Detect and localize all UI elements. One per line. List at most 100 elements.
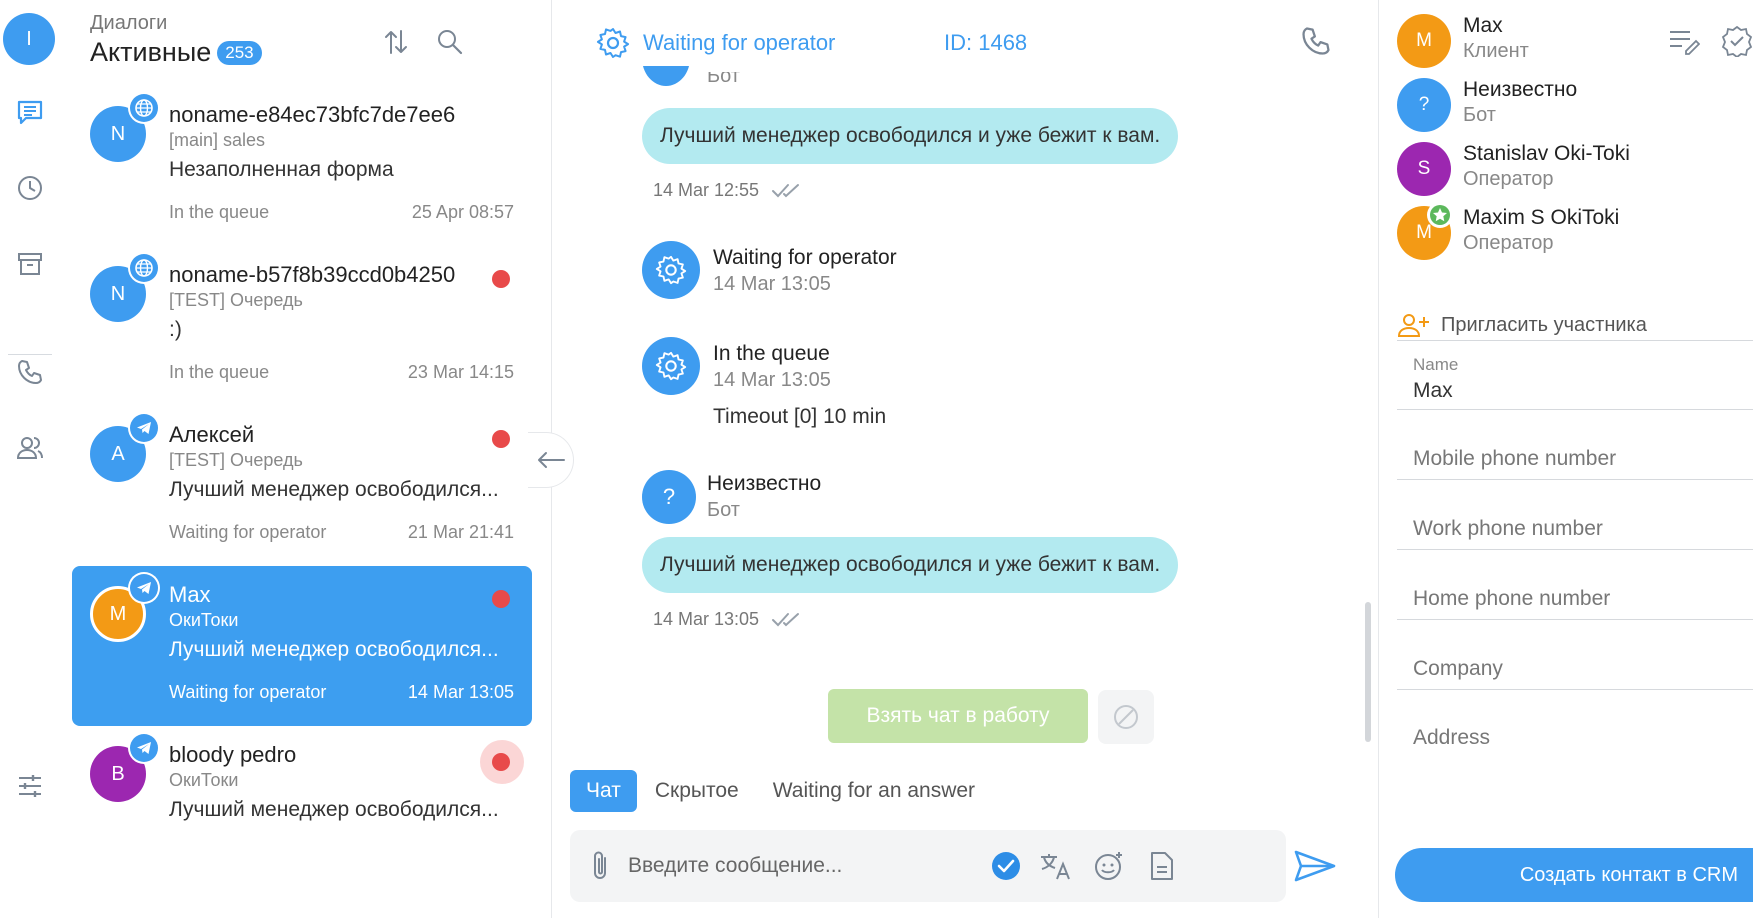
dialog-queue: ОкиТоки <box>169 770 239 790</box>
system-event-icon <box>642 337 700 395</box>
member-item[interactable]: M Maxim S OkiToki Оператор <box>1397 202 1737 266</box>
message-timestamp: 14 Mar 13:05 <box>653 609 760 629</box>
member-item[interactable]: ? Неизвестно Бот <box>1397 78 1737 138</box>
member-item[interactable]: M Max Клиент <box>1397 14 1737 74</box>
settings-sliders-icon[interactable] <box>12 768 48 804</box>
dialog-list-panel: Диалоги Активные 253 N noname-e84ec73bfc… <box>60 0 552 918</box>
emoji-icon[interactable] <box>1090 847 1128 885</box>
dialog-name: noname-b57f8b39ccd0b4250 <box>169 262 456 287</box>
message-bubble: Лучший менеджер освободился и уже бежит … <box>642 108 1179 164</box>
message-composer <box>570 830 1286 902</box>
message-time: 14 Mar 12:55 <box>653 180 803 201</box>
left-rail: I <box>0 0 60 918</box>
double-check-icon <box>772 612 800 626</box>
company-field[interactable]: Company <box>1397 620 1753 690</box>
invite-participant-button[interactable]: Пригласить участника <box>1397 312 1647 338</box>
template-icon[interactable] <box>1143 847 1181 885</box>
sort-icon[interactable] <box>380 26 412 58</box>
member-name: Stanislav Oki-Toki <box>1463 142 1630 165</box>
message-time: 14 Mar 13:05 <box>653 609 803 630</box>
dialog-state: In the queue <box>169 362 270 382</box>
field-placeholder: Mobile phone number <box>1413 447 1617 470</box>
member-item[interactable]: S Stanislav Oki-Toki Оператор <box>1397 142 1737 202</box>
unread-indicator <box>492 590 510 608</box>
member-name: Maxim S OkiToki <box>1463 206 1620 229</box>
history-icon[interactable] <box>12 170 48 206</box>
event-title: Waiting for operator <box>713 246 897 269</box>
event-detail: Timeout [0] 10 min <box>713 405 887 428</box>
gear-icon <box>596 26 632 62</box>
sender-name: Неизвестно <box>707 472 822 495</box>
block-button[interactable] <box>1098 690 1154 744</box>
dialog-name: Алексей <box>169 422 255 447</box>
field-placeholder: Address <box>1413 726 1491 749</box>
dialog-state: Waiting for operator <box>169 682 327 702</box>
phone-icon[interactable] <box>12 354 48 390</box>
dialog-name: Max <box>169 582 211 607</box>
user-avatar[interactable]: I <box>3 13 55 65</box>
search-icon[interactable] <box>434 26 466 58</box>
dialog-last-message: Лучший менеджер освободился... <box>169 798 499 821</box>
tab-hidden[interactable]: Скрытое <box>639 770 755 812</box>
member-avatar: S <box>1397 142 1451 196</box>
add-user-icon <box>1397 314 1429 337</box>
take-chat-button[interactable]: Взять чат в работу <box>828 689 1088 743</box>
unread-indicator <box>492 430 510 448</box>
telegram-icon <box>128 572 160 604</box>
tab-waiting-answer[interactable]: Waiting for an answer <box>757 770 991 812</box>
info-panel: M Max Клиент ? Неизвестно Бот S Stanisla… <box>1378 0 1753 918</box>
chat-status: Waiting for operator <box>643 30 836 55</box>
section-label: Диалоги <box>90 12 168 34</box>
dialog-queue: ОкиТоки <box>169 610 239 630</box>
partial-sender-avatar <box>642 66 690 94</box>
dialog-item[interactable]: A Алексей [TEST] Очередь Лучший менеджер… <box>72 406 532 566</box>
chat-panel: Waiting for operator ID: 1468 Бот Лучший… <box>553 0 1378 918</box>
dialog-name: bloody pedro <box>169 742 297 767</box>
telegram-icon <box>128 412 160 444</box>
event-time: 14 Mar 13:05 <box>713 273 831 295</box>
dialog-last-message: :) <box>169 318 182 341</box>
translate-icon[interactable] <box>1036 847 1074 885</box>
home-phone-field[interactable]: Home phone number <box>1397 550 1753 620</box>
system-event-icon <box>642 241 700 299</box>
unread-indicator <box>492 753 510 771</box>
event-title: In the queue <box>713 342 830 365</box>
chat-icon[interactable] <box>12 94 48 130</box>
list-title-text: Активные <box>90 37 212 67</box>
mobile-phone-field[interactable]: Mobile phone number <box>1397 410 1753 480</box>
send-icon[interactable] <box>1290 843 1340 889</box>
check-circle-icon[interactable] <box>987 847 1025 885</box>
member-role: Клиент <box>1463 40 1529 62</box>
dialog-date: 25 Apr 08:57 <box>411 202 514 222</box>
dialog-item-selected[interactable]: M Max ОкиТоки Лучший менеджер освободилс… <box>72 566 532 726</box>
dialog-name: noname-e84ec73bfc7de7ee6 <box>169 102 456 127</box>
archive-icon[interactable] <box>12 246 48 282</box>
name-value: Max <box>1413 379 1453 402</box>
attach-icon[interactable] <box>582 848 618 884</box>
dialog-state: Waiting for operator <box>169 522 327 542</box>
unknown-sender-avatar: ? <box>642 470 696 524</box>
create-crm-contact-button[interactable]: Создать контакт в CRM <box>1395 848 1753 902</box>
member-role: Бот <box>1463 104 1496 126</box>
message-input[interactable] <box>628 848 1048 884</box>
dialog-list-header: Диалоги Активные 253 <box>90 12 262 68</box>
message-timestamp: 14 Mar 12:55 <box>653 180 760 200</box>
dialog-item[interactable]: N noname-b57f8b39ccd0b4250 [TEST] Очеред… <box>72 246 532 406</box>
dialog-item[interactable]: N noname-e84ec73bfc7de7ee6 [main] sales … <box>72 86 532 246</box>
chat-scrollbar[interactable] <box>1365 602 1371 742</box>
tab-chat[interactable]: Чат <box>570 770 637 812</box>
address-field[interactable]: Address <box>1397 690 1753 760</box>
name-field[interactable]: Name Max <box>1397 340 1753 410</box>
chat-tabs: Чат Скрытое Waiting for an answer <box>570 770 993 812</box>
dialog-last-message: Лучший менеджер освободился... <box>169 478 499 501</box>
dialog-queue: [TEST] Очередь <box>169 290 303 310</box>
message-bubble: Лучший менеджер освободился и уже бежит … <box>642 537 1179 593</box>
web-channel-icon <box>128 92 160 124</box>
dialog-item[interactable]: B bloody pedro ОкиТоки Лучший менеджер о… <box>72 726 532 886</box>
contacts-icon[interactable] <box>12 430 48 466</box>
work-phone-field[interactable]: Work phone number <box>1397 480 1753 550</box>
star-icon <box>1427 202 1453 228</box>
member-avatar: ? <box>1397 78 1451 132</box>
call-icon[interactable] <box>1299 24 1337 62</box>
field-placeholder: Work phone number <box>1413 517 1603 540</box>
